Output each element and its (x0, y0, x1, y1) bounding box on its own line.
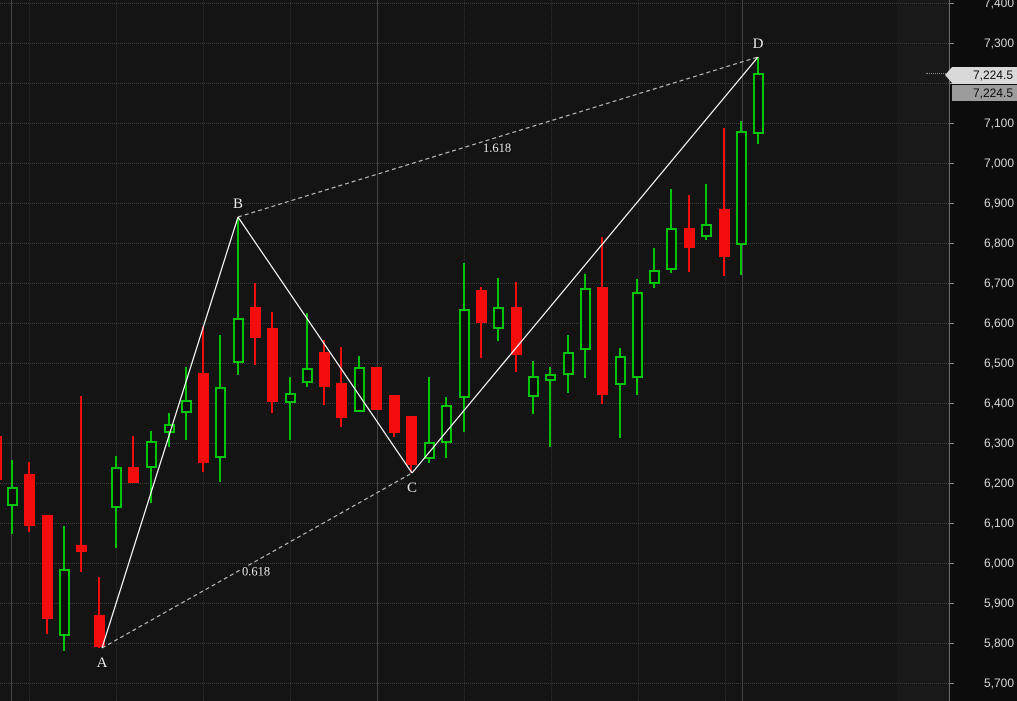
pattern-point-label: B (233, 196, 243, 212)
current-price-value: 7,224.5 (952, 67, 1017, 85)
price-axis-label: 6,700 (983, 275, 1014, 290)
price-axis-label: 6,300 (983, 435, 1014, 450)
price-axis-tick (950, 683, 954, 684)
price-axis-label: 7,400 (983, 0, 1014, 10)
price-axis-tick (950, 243, 954, 244)
price-axis-label: 6,400 (983, 395, 1014, 410)
price-axis-tick (950, 403, 954, 404)
price-axis-tick (950, 323, 954, 324)
price-axis-label: 5,800 (983, 635, 1014, 650)
ratio-label: 1.618 (483, 141, 511, 155)
price-axis-label: 7,100 (983, 115, 1014, 130)
price-axis-tick (950, 3, 954, 4)
pattern-point-label: C (407, 480, 417, 496)
price-axis-tick (950, 483, 954, 484)
price-tag-arrow-icon (945, 67, 952, 84)
current-price-badge: 7,224.5 (945, 67, 1017, 85)
price-axis-tick (950, 43, 954, 44)
price-axis-label: 6,800 (983, 235, 1014, 250)
last-price-badge: 7,224.5 (952, 85, 1017, 102)
price-axis-label: 6,200 (983, 475, 1014, 490)
price-axis-label: 6,900 (983, 195, 1014, 210)
price-axis-label: 7,000 (983, 155, 1014, 170)
pattern-leg-line[interactable] (237, 216, 413, 474)
price-axis-tick (950, 163, 954, 164)
pattern-leg-line[interactable] (101, 216, 239, 649)
price-axis-tick (950, 643, 954, 644)
price-axis-label: 7,300 (983, 35, 1014, 50)
pattern-leg-line[interactable] (411, 56, 759, 474)
price-axis[interactable]: 7,400 7,300 7,100 7,000 6,900 6,800 6,700 6,600… (949, 0, 1017, 701)
abcd-pattern-drawing[interactable]: 0.618 1.618 A B C D (0, 0, 949, 701)
price-axis-tick (950, 523, 954, 524)
price-axis-tick (950, 283, 954, 284)
price-axis-label: 6,500 (983, 355, 1014, 370)
price-axis-label: 6,000 (983, 555, 1014, 570)
price-axis-label: 6,600 (983, 315, 1014, 330)
trading-chart-window: 0.618 1.618 A B C D 7,400 7,300 7,100 7,000 6,900… (0, 0, 1017, 701)
price-axis-label: 6,100 (983, 515, 1014, 530)
ratio-label: 0.618 (242, 565, 270, 579)
price-axis-tick (950, 123, 954, 124)
price-axis-tick (950, 603, 954, 604)
price-axis-label: 5,900 (983, 595, 1014, 610)
pattern-point-label: D (753, 36, 764, 52)
price-axis-tick (950, 203, 954, 204)
pattern-point-label: A (97, 655, 108, 671)
price-axis-tick (950, 443, 954, 444)
pattern-ratio-line[interactable] (237, 56, 759, 218)
price-axis-label: 5,700 (983, 675, 1014, 690)
candlestick-chart[interactable]: 0.618 1.618 A B C D (0, 0, 949, 701)
price-axis-tick (950, 563, 954, 564)
price-axis-tick (950, 363, 954, 364)
